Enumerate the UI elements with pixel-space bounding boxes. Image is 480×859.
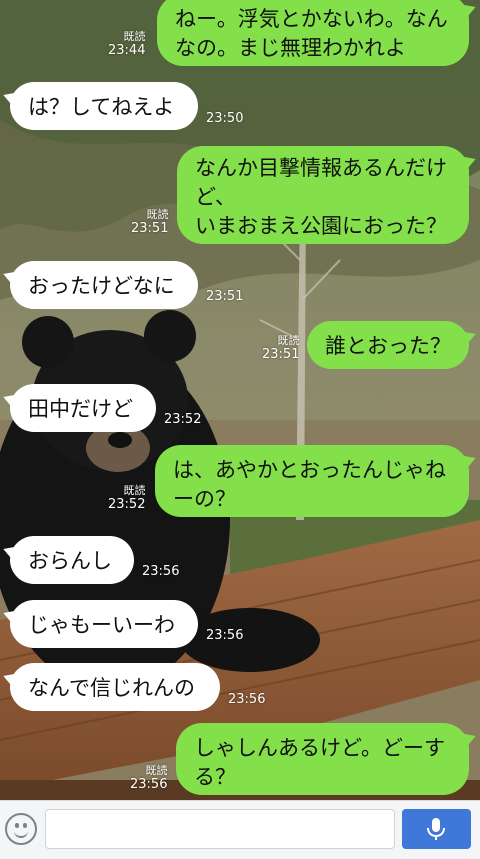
read-receipt: 既読 bbox=[277, 334, 300, 347]
message-time: 23:51 bbox=[262, 347, 300, 362]
message-meta: 23:56 bbox=[142, 564, 179, 579]
message-time: 23:52 bbox=[108, 497, 146, 512]
message-time: 23:51 bbox=[206, 289, 244, 304]
message-bubble[interactable]: は、あやかとおったんじゃね ーの？ bbox=[155, 445, 469, 517]
message-meta: 23:50 bbox=[206, 111, 243, 126]
smiley-eye bbox=[23, 823, 27, 828]
message-time: 23:56 bbox=[130, 777, 168, 792]
message-bubble[interactable]: ねー。浮気とかないわ。なん なの。まじ無理わかれよ bbox=[157, 0, 469, 66]
message-meta: 23:52 bbox=[164, 412, 201, 427]
message-bubble[interactable]: 田中だけど bbox=[10, 384, 156, 432]
message-text-input[interactable] bbox=[45, 809, 395, 849]
message-time: 23:52 bbox=[164, 412, 202, 427]
message-meta: 既読 23:44 bbox=[108, 30, 145, 58]
microphone-icon bbox=[427, 818, 445, 840]
message-bubble[interactable]: おったけどなに bbox=[10, 261, 198, 309]
message-meta: 既読 23:51 bbox=[262, 334, 299, 362]
voice-input-button[interactable] bbox=[402, 809, 471, 849]
message-bubble[interactable]: なんで信じれんの bbox=[10, 663, 220, 711]
read-receipt: 既読 bbox=[145, 764, 168, 777]
chat-message-list: 既読 23:44 ねー。浮気とかないわ。なん なの。まじ無理わかれよ は？してね… bbox=[0, 0, 480, 800]
message-bubble[interactable]: じゃもーいーわ bbox=[10, 600, 198, 648]
message-bubble[interactable]: なんか目撃情報あるんだけ ど、 いまおまえ公園におった？ bbox=[177, 146, 469, 244]
message-bubble[interactable]: 誰とおった？ bbox=[307, 321, 469, 369]
message-meta: 既読 23:52 bbox=[108, 484, 145, 512]
read-receipt: 既読 bbox=[123, 30, 146, 43]
message-meta: 23:51 bbox=[206, 289, 243, 304]
message-bubble[interactable]: は？してねえよ bbox=[10, 82, 198, 130]
read-receipt: 既読 bbox=[146, 208, 169, 221]
message-time: 23:56 bbox=[206, 628, 244, 643]
message-time: 23:56 bbox=[228, 692, 266, 707]
message-bubble[interactable]: おらんし bbox=[10, 536, 134, 584]
message-meta: 既読 23:51 bbox=[131, 208, 168, 236]
message-input-bar bbox=[0, 800, 480, 859]
smiley-eye bbox=[15, 823, 19, 828]
message-meta: 既読 23:56 bbox=[130, 764, 167, 792]
message-time: 23:50 bbox=[206, 111, 244, 126]
message-time: 23:56 bbox=[142, 564, 180, 579]
message-time: 23:51 bbox=[131, 221, 169, 236]
message-meta: 23:56 bbox=[228, 692, 265, 707]
read-receipt: 既読 bbox=[123, 484, 146, 497]
message-meta: 23:56 bbox=[206, 628, 243, 643]
smiley-mouth bbox=[14, 829, 28, 838]
smiley-icon[interactable] bbox=[5, 813, 37, 845]
message-time: 23:44 bbox=[108, 43, 146, 58]
message-bubble[interactable]: しゃしんあるけど。どーす る？ bbox=[176, 723, 469, 795]
